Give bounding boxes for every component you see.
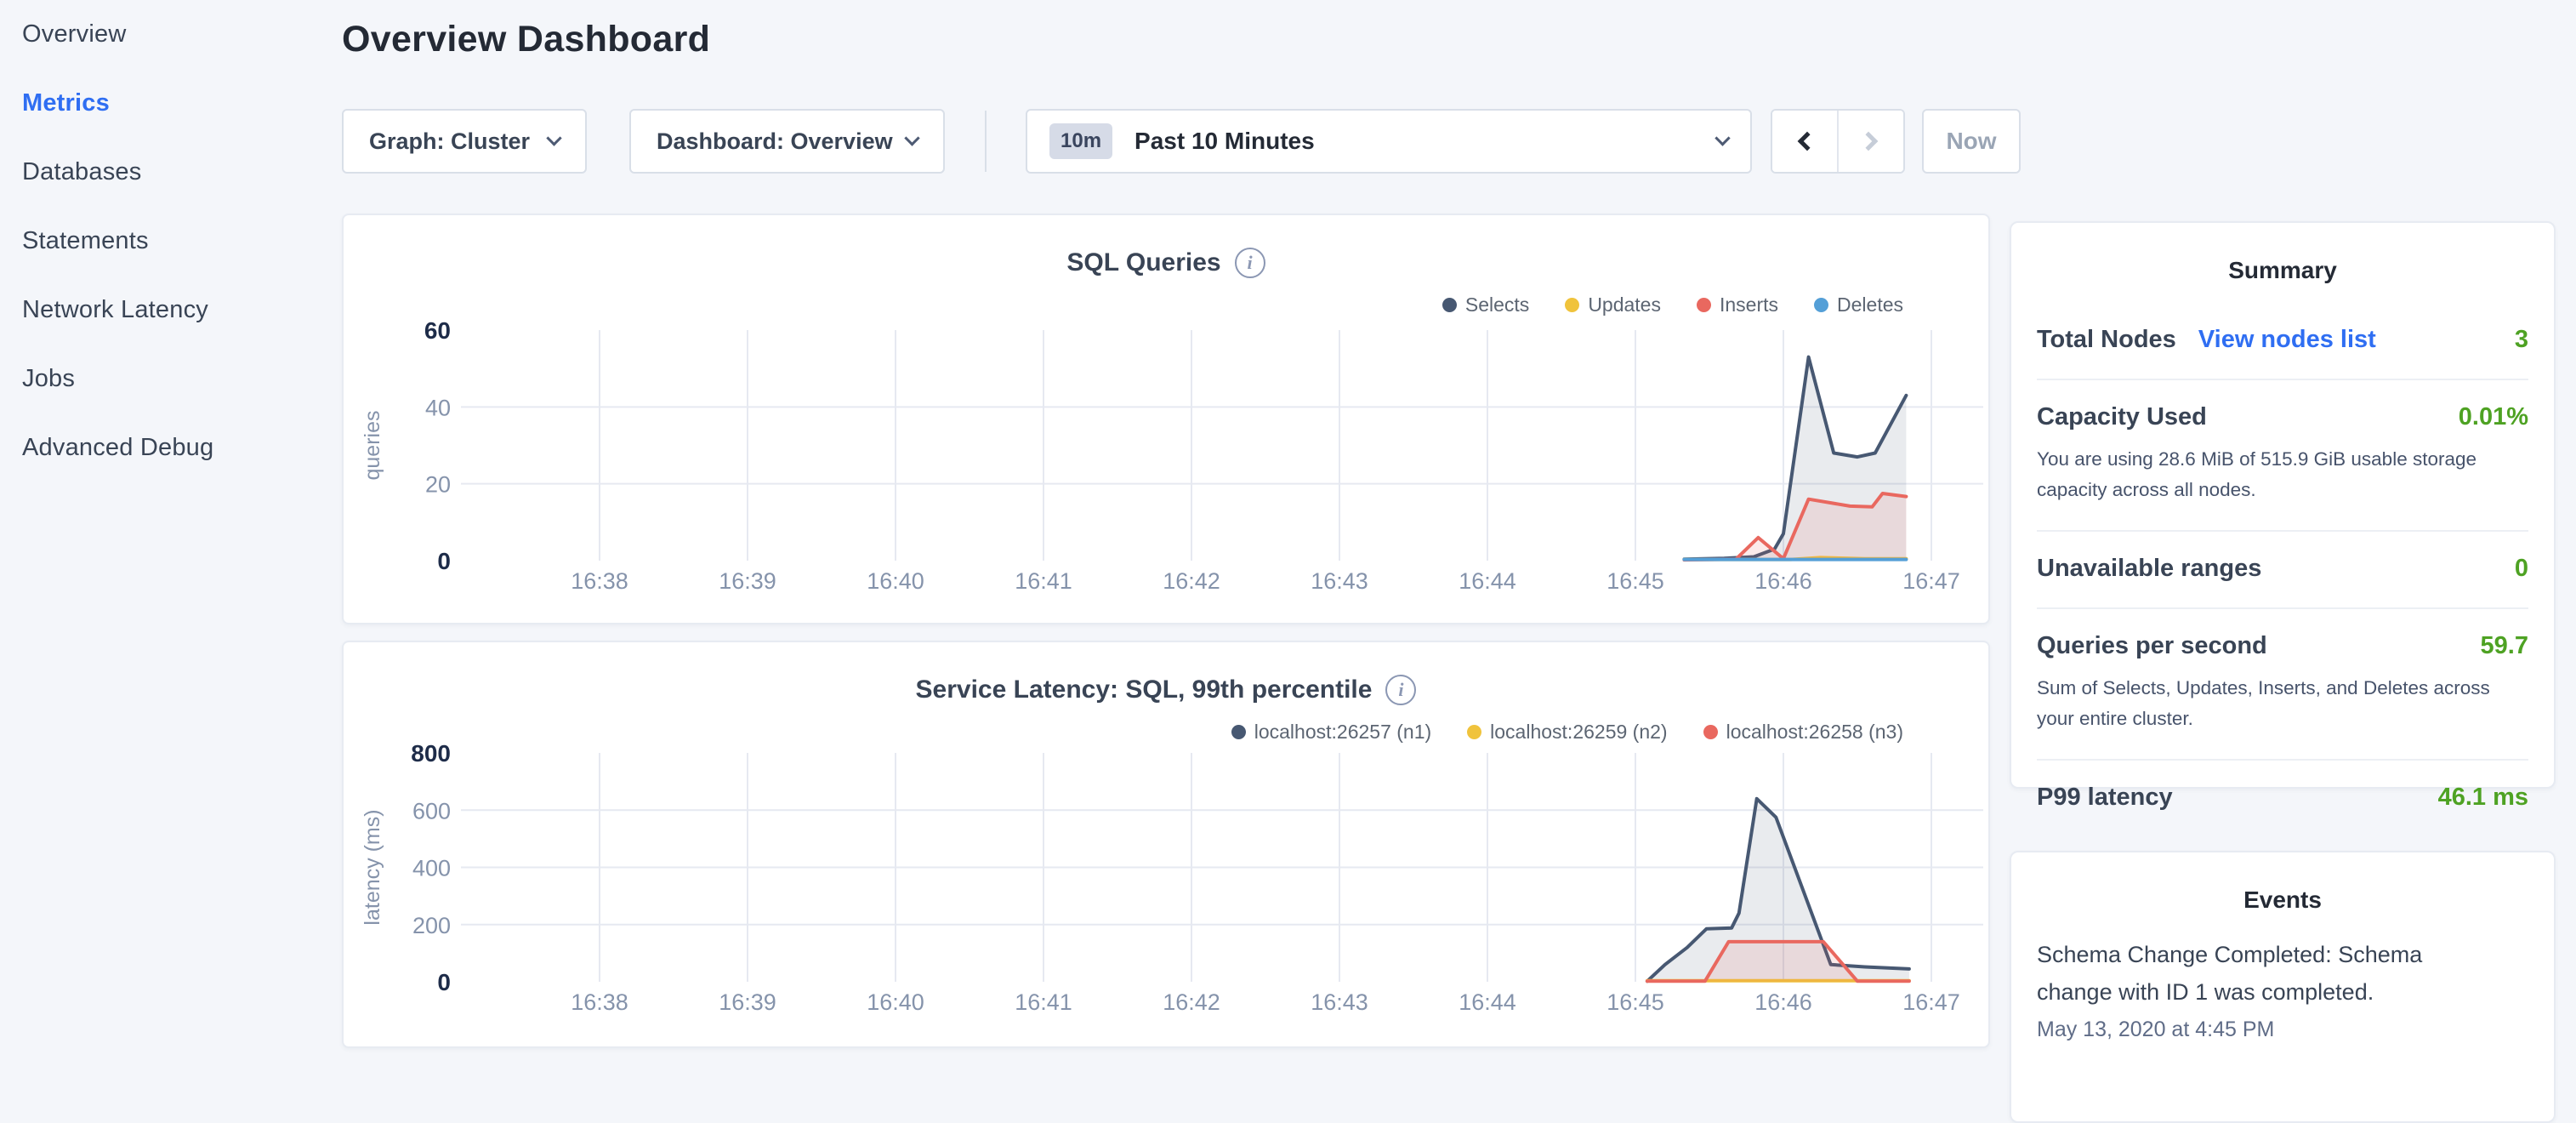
x-axis-tick-label: 16:47 [1902,989,1960,1015]
controls-bar: Graph: Cluster Dashboard: Overview 10m P… [342,109,2021,174]
service-latency-plot[interactable]: 16:38 16:39 16:40 16:41 16:42 16:43 16:44 16:45… [344,738,1992,1034]
y-axis-tick-label: 60 [424,317,451,344]
time-range-label: Past 10 Minutes [1134,128,1717,155]
y-axis-tick-label: 40 [425,395,451,420]
graph-dropdown-label: Graph: Cluster [369,128,530,155]
summary-row-label: Unavailable ranges [2037,555,2261,583]
x-axis-tick-label: 16:43 [1311,989,1368,1015]
chart-title: Service Latency: SQL, 99th percentile [916,676,1373,704]
chart-title: SQL Queries [1066,248,1220,277]
event-item: Schema Change Completed: Schema change w… [2037,936,2528,1042]
now-button-label: Now [1946,128,1996,155]
info-icon[interactable]: i [1385,675,1416,705]
chevron-right-icon [1859,132,1879,151]
summary-row-value: 0.01% [2459,403,2528,431]
time-range-badge: 10m [1049,123,1112,159]
summary-row-p99-latency: P99 latency 46.1 ms [2037,761,2528,836]
summary-row-main: P99 latency 46.1 ms [2037,784,2528,812]
graph-dropdown[interactable]: Graph: Cluster [342,109,587,174]
sidebar-item-overview[interactable]: Overview [0,0,342,69]
x-axis-tick-label: 16:39 [719,989,776,1015]
x-axis-tick-label: 16:41 [1015,989,1072,1015]
summary-row-label: Total Nodes [2037,326,2176,354]
events-list: Schema Change Completed: Schema change w… [2011,936,2554,1042]
summary-row-queries-per-second: Queries per second 59.7 Sum of Selects, Up… [2037,609,2528,761]
x-axis-tick-label: 16:41 [1015,568,1072,594]
controls-divider [985,111,987,172]
events-title: Events [2011,852,2554,914]
x-axis-tick-label: 16:42 [1163,568,1220,594]
x-axis-tick-label: 16:44 [1459,989,1516,1015]
dashboard-dropdown-label: Dashboard: Overview [657,128,893,155]
summary-row-value: 59.7 [2481,632,2528,660]
summary-row-value: 0 [2515,555,2528,583]
event-timestamp: May 13, 2020 at 4:45 PM [2037,1018,2528,1042]
y-axis-tick-label: 20 [425,472,451,498]
sql-queries-chart-card: SQL Queries i SelectsUpdatesInsertsDelet… [342,214,1990,624]
sql-queries-plot[interactable]: 16:38 16:39 16:40 16:41 16:42 16:43 16:44 16:45… [344,311,1992,607]
x-axis-tick-label: 16:44 [1459,568,1516,594]
summary-row-main: Total Nodes View nodes list 3 [2037,326,2528,354]
summary-row-main: Capacity Used 0.01% [2037,403,2528,431]
y-axis-tick-label: 400 [412,856,451,881]
sidebar-item-statements[interactable]: Statements [0,207,342,276]
view-nodes-list-link[interactable]: View nodes list [2198,326,2376,354]
summary-row-label: Queries per second [2037,632,2267,660]
summary-row-description: You are using 28.6 MiB of 515.9 GiB usab… [2037,444,2528,505]
y-axis-unit-label: queries [361,411,384,481]
summary-row-main: Unavailable ranges 0 [2037,555,2528,583]
x-axis-tick-label: 16:46 [1754,989,1812,1015]
x-axis-tick-label: 16:40 [867,989,924,1015]
time-pager [1771,109,1905,174]
info-icon[interactable]: i [1235,248,1265,278]
sidebar-item-advanced-debug[interactable]: Advanced Debug [0,413,342,482]
event-text: Schema Change Completed: Schema change w… [2037,936,2428,1011]
time-range-dropdown[interactable]: 10m Past 10 Minutes [1026,109,1752,174]
chevron-down-icon [1714,130,1730,145]
summary-row-unavailable-ranges: Unavailable ranges 0 [2037,532,2528,609]
next-range-button[interactable] [1837,111,1903,172]
summary-row-total-nodes: Total Nodes View nodes list 3 [2037,303,2528,380]
now-button[interactable]: Now [1922,109,2021,174]
events-panel: Events Schema Change Completed: Schema c… [2010,851,2556,1123]
sidebar-item-databases[interactable]: Databases [0,138,342,207]
x-axis-tick-label: 16:40 [867,568,924,594]
sidebar: OverviewMetricsDatabasesStatementsNetwor… [0,0,342,1052]
service-latency-chart-card: Service Latency: SQL, 99th percentile i … [342,641,1990,1048]
x-axis-tick-label: 16:38 [571,989,628,1015]
summary-row-description: Sum of Selects, Updates, Inserts, and De… [2037,673,2528,734]
y-axis-tick-label: 600 [412,798,451,824]
y-axis-tick-label: 0 [437,548,451,574]
summary-rows: Total Nodes View nodes list 3 Capacity Used… [2011,303,2554,836]
summary-row-value: 3 [2515,326,2528,354]
x-axis-tick-label: 16:45 [1606,989,1664,1015]
y-axis-unit-label: latency (ms) [361,809,384,925]
y-axis-tick-label: 800 [411,740,451,767]
chevron-down-icon [904,130,919,145]
summary-panel: Summary Total Nodes View nodes list 3 Capac… [2010,221,2556,789]
summary-row-capacity-used: Capacity Used 0.01% You are using 28.6 MiB… [2037,380,2528,532]
summary-row-value: 46.1 ms [2438,784,2528,812]
chevron-left-icon [1798,132,1817,151]
x-axis-tick-label: 16:39 [719,568,776,594]
sidebar-item-network-latency[interactable]: Network Latency [0,276,342,345]
chevron-down-icon [546,130,561,145]
y-axis-tick-label: 200 [412,913,451,938]
summary-title: Summary [2011,223,2554,284]
x-axis-tick-label: 16:43 [1311,568,1368,594]
page-title: Overview Dashboard [342,19,710,60]
sidebar-item-metrics[interactable]: Metrics [0,69,342,138]
x-axis-tick-label: 16:38 [571,568,628,594]
dashboard-dropdown[interactable]: Dashboard: Overview [629,109,945,174]
sidebar-item-jobs[interactable]: Jobs [0,345,342,413]
x-axis-tick-label: 16:47 [1902,568,1960,594]
x-axis-tick-label: 16:42 [1163,989,1220,1015]
summary-row-main: Queries per second 59.7 [2037,632,2528,660]
x-axis-tick-label: 16:46 [1754,568,1812,594]
summary-row-label: P99 latency [2037,784,2173,812]
prev-range-button[interactable] [1772,111,1837,172]
x-axis-tick-label: 16:45 [1606,568,1664,594]
summary-row-label: Capacity Used [2037,403,2207,431]
y-axis-tick-label: 0 [437,969,451,995]
